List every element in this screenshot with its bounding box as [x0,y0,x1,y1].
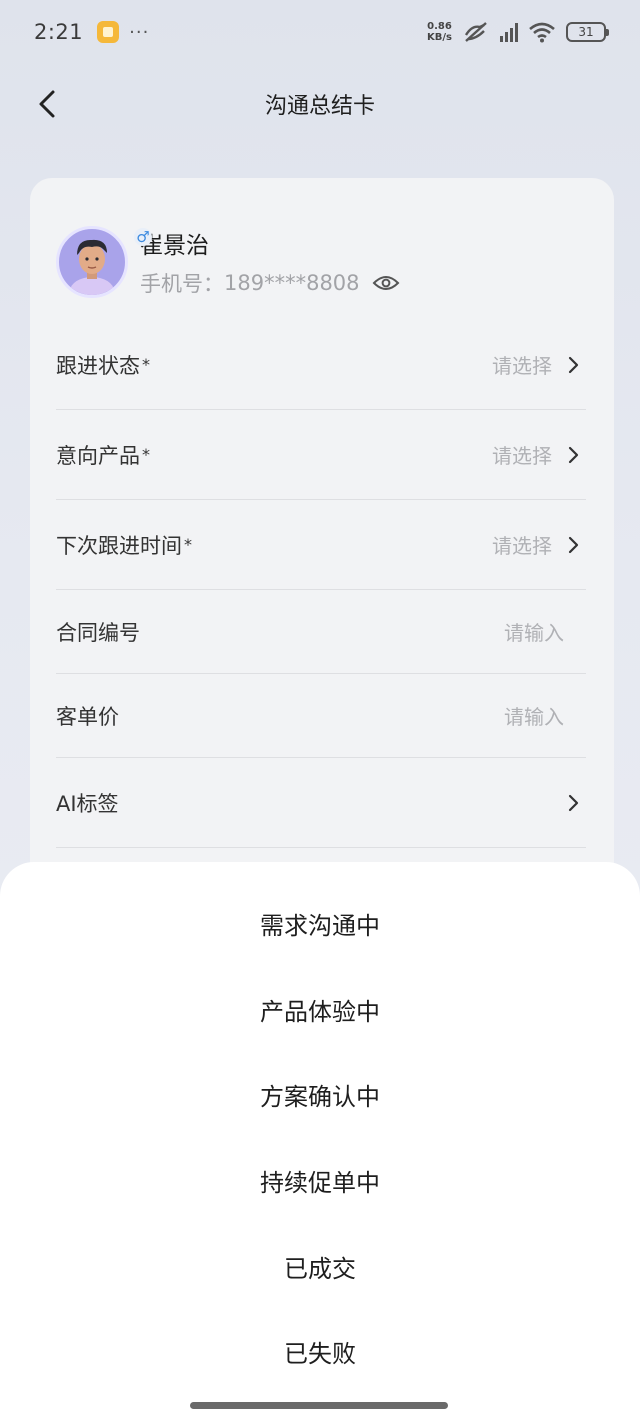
summary-card: ♂ 崔景治 手机号： 189****8808 跟进状态 * 请选择 意向产品 *… [30,178,614,898]
option-product-trial[interactable]: 产品体验中 [0,992,640,1027]
notes-app-icon [97,21,120,43]
customer-name: 崔景治 [140,233,209,259]
eye-icon[interactable] [372,273,400,293]
form-row-follow-status[interactable]: 跟进状态 * 请选择 [56,320,586,410]
status-picker-sheet: 需求沟通中 产品体验中 方案确认中 持续促单中 已成交 已失败 [0,862,640,1422]
form-label: 客单价 [56,704,119,729]
status-bar: 2:21 ··· 0.86 KB/s 31 [0,0,640,64]
nav-bar: 沟通总结卡 [0,72,640,136]
form-row-unit-price[interactable]: 客单价 请输入 [56,674,586,758]
network-speed-value: 0.86 [427,21,452,32]
phone-row: 手机号： 189****8808 [140,268,400,298]
wifi-icon [529,22,555,43]
back-icon[interactable] [30,86,66,122]
phone-label: 手机号： [140,272,224,296]
required-mark: * [184,535,192,554]
option-requirement-communication[interactable]: 需求沟通中 [0,906,640,941]
select-placeholder: 请选择 [492,444,552,468]
option-deal-failed[interactable]: 已失败 [0,1334,640,1369]
home-indicator[interactable] [190,1402,448,1409]
page-title: 沟通总结卡 [264,94,375,119]
avatar-illustration [70,239,114,295]
option-ongoing-closing[interactable]: 持续促单中 [0,1163,640,1198]
mute-icon [464,22,487,42]
unit-price-input[interactable]: 请输入 [504,701,564,730]
form-row-contract-number[interactable]: 合同编号 请输入 [56,590,586,674]
contract-number-input[interactable]: 请输入 [504,617,564,646]
chevron-right-icon [568,536,579,553]
chevron-right-icon [568,356,579,373]
form-label: AI标签 [56,791,119,816]
profile-text: 崔景治 手机号： 189****8808 [140,226,400,298]
option-plan-confirmation[interactable]: 方案确认中 [0,1077,640,1112]
cellular-signal-icon [500,22,518,42]
network-speed: 0.86 KB/s [427,21,452,43]
male-gender-icon: ♂ [134,228,152,246]
option-deal-closed[interactable]: 已成交 [0,1249,640,1284]
status-time: 2:21 [34,20,84,44]
form-label: 合同编号 [56,620,140,645]
battery-icon: 31 [566,22,609,42]
chevron-right-icon [568,446,579,463]
chevron-right-icon [568,794,579,811]
required-mark: * [142,445,150,464]
select-placeholder: 请选择 [492,354,552,378]
status-indicators: 0.86 KB/s 31 [427,21,609,43]
form-row-intended-product[interactable]: 意向产品 * 请选择 [56,410,586,500]
form-label: 下次跟进时间 [56,533,182,558]
more-notifications-icon: ··· [129,21,150,43]
customer-profile: ♂ 崔景治 手机号： 189****8808 [56,226,400,298]
required-mark: * [142,355,150,374]
network-speed-unit: KB/s [427,32,452,43]
select-placeholder: 请选择 [492,534,552,558]
phone-value: 189****8808 [224,271,360,295]
form-row-next-followup-time[interactable]: 下次跟进时间 * 请选择 [56,500,586,590]
avatar [56,226,128,298]
form-label: 跟进状态 [56,353,140,378]
form-row-ai-tags[interactable]: AI标签 [56,758,586,848]
form-label: 意向产品 [56,443,140,468]
